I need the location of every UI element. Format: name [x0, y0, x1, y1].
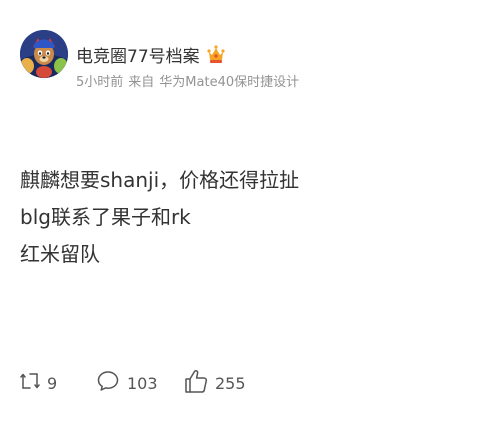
- weibo-post-card: 电竞圈77号档案 5小时前 来自 华为Mate40保时捷设计 麒麟想要shanj…: [0, 0, 500, 440]
- author-name[interactable]: 电竞圈77号档案: [76, 42, 200, 67]
- repost-icon: [20, 369, 40, 397]
- comment-count: 103: [127, 373, 158, 393]
- post-content: 麒麟想要shanji，价格还得拉扯 blg联系了果子和rk 红米留队: [20, 162, 299, 273]
- repost-count: 9: [47, 373, 58, 393]
- post-actions: 9 103 255: [20, 368, 246, 398]
- comment-button[interactable]: 103: [96, 369, 184, 397]
- thumbs-up-icon: [184, 368, 208, 398]
- post-text-line-1: 麒麟想要shanji，价格还得拉扯: [20, 168, 300, 192]
- source-device[interactable]: 华为Mate40保时捷设计: [159, 71, 299, 90]
- post-time[interactable]: 5小时前: [76, 71, 123, 90]
- post-text-line-2: blg联系了果子和rk: [20, 205, 191, 229]
- avatar-image: [20, 30, 68, 78]
- like-count: 255: [215, 373, 246, 393]
- author-meta: 电竞圈77号档案 5小时前 来自 华为Mate40保时捷设计: [76, 30, 299, 90]
- like-button[interactable]: 255: [184, 368, 246, 398]
- repost-button[interactable]: 9: [20, 369, 96, 397]
- source-prefix: 来自: [128, 75, 155, 90]
- comment-icon: [96, 369, 120, 397]
- author-name-row: 电竞圈77号档案: [76, 42, 299, 67]
- avatar[interactable]: [20, 30, 68, 78]
- crown-icon[interactable]: [207, 44, 225, 64]
- post-header: 电竞圈77号档案 5小时前 来自 华为Mate40保时捷设计: [20, 30, 299, 90]
- post-meta-row: 5小时前 来自 华为Mate40保时捷设计: [76, 71, 299, 90]
- post-text-line-3: 红米留队: [20, 242, 100, 266]
